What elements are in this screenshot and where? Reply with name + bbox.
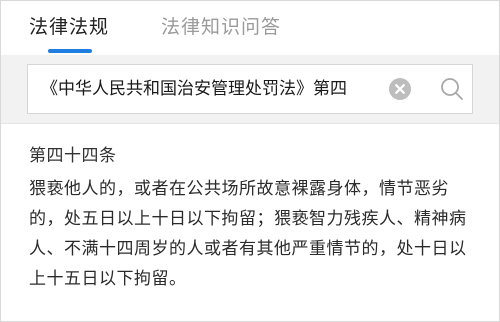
search-area bbox=[1, 55, 499, 124]
active-tab-indicator bbox=[48, 49, 92, 53]
tab-laws-regulations[interactable]: 法律法规 bbox=[29, 15, 109, 39]
app-frame: 法律法规 法律知识问答 第四十四条 猥亵他人的，或者在公共场所故意裸露身体，情节… bbox=[0, 0, 500, 322]
clear-circle-icon bbox=[389, 78, 411, 100]
tab-legal-qa[interactable]: 法律知识问答 bbox=[161, 15, 281, 39]
article-content: 第四十四条 猥亵他人的，或者在公共场所故意裸露身体，情节恶劣的，处五日以上十日以… bbox=[29, 144, 479, 294]
search-input[interactable] bbox=[41, 65, 389, 113]
tab-bar: 法律法规 法律知识问答 bbox=[1, 1, 499, 55]
clear-icon[interactable] bbox=[389, 78, 411, 100]
search-icon[interactable] bbox=[440, 77, 464, 101]
magnifier-icon bbox=[441, 78, 463, 100]
article-title: 第四十四条 bbox=[29, 146, 117, 166]
article-body: 猥亵他人的，或者在公共场所故意裸露身体，情节恶劣的，处五日以上十日以下拘留；猥亵… bbox=[29, 179, 467, 289]
search-box bbox=[27, 64, 473, 114]
